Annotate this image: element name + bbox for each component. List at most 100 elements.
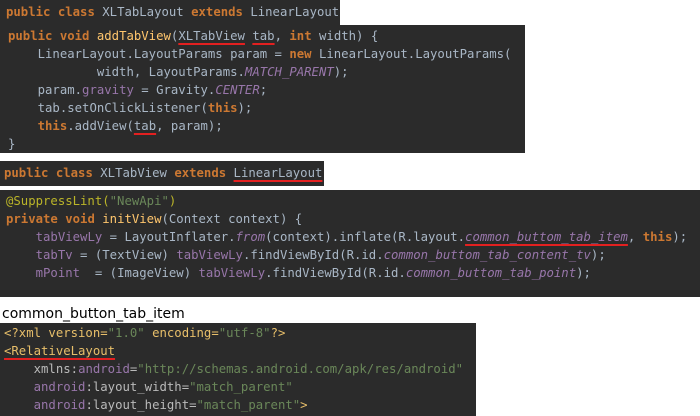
xml-attribute: layout_width — [92, 380, 182, 394]
underlined-type: XLTabView — [178, 29, 245, 43]
code-line: this.addView(tab, param); — [8, 117, 525, 135]
xml-attribute: : — [70, 362, 79, 376]
code-line: android:layout_width="match_parent" — [4, 378, 476, 396]
keyword: class — [57, 5, 95, 19]
method-name: initView — [102, 212, 162, 226]
constant: CENTER — [215, 83, 260, 97]
base-class: LinearLayout — [250, 5, 340, 19]
keyword: int — [289, 29, 312, 43]
code-token: .addView( — [67, 119, 134, 133]
code-token: = LayoutInflater. — [102, 230, 236, 244]
code-token: ); — [333, 65, 349, 79]
code-token: width, LayoutParams. — [96, 65, 245, 79]
xltabview-class-header: public class XLTabView extends LinearLay… — [0, 161, 324, 186]
field: tabViewLy — [198, 266, 266, 280]
code-line: @SuppressLint("NewApi") — [6, 192, 700, 210]
code-token: .findViewById(R.id. — [265, 266, 406, 280]
code-token: (context).inflate(R.layout. — [265, 230, 466, 244]
code-token: ); — [590, 248, 606, 262]
code-line: <?xml version="1.0" encoding="utf-8"?> — [4, 324, 476, 342]
code-token: width) { — [311, 29, 379, 43]
code-line: android:layout_height="match_parent"> — [4, 396, 476, 414]
code-line: width, LayoutParams.MATCH_PARENT); — [8, 63, 525, 81]
xml-attribute: : — [85, 398, 93, 412]
code-token: , — [627, 230, 643, 244]
xml-namespace: android — [33, 380, 86, 394]
code-line: private void initView(Context context) { — [6, 210, 700, 228]
layout-file-caption: common_button_tab_item — [2, 306, 185, 322]
xltablayout-class-header: public class XLTabLayout extends LinearL… — [0, 0, 340, 25]
code-line: } — [8, 135, 525, 153]
constant: MATCH_PARENT — [244, 65, 334, 79]
static-method: from — [235, 230, 266, 244]
code-token: LinearLayout.LayoutParams( — [311, 47, 512, 61]
code-token: ); — [672, 230, 688, 244]
xml-attribute: layout_height — [92, 398, 190, 412]
keyword: this — [207, 101, 238, 115]
add-tab-view-code-block: public void addTabView(XLTabView tab, in… — [0, 25, 525, 153]
keyword: extends — [174, 166, 227, 180]
code-token: .findViewById(R.id. — [242, 248, 384, 262]
code-token: param. — [37, 83, 83, 97]
xml-namespace: android — [33, 398, 86, 412]
code-line: mPoint = (ImageView) tabViewLy.findViewB… — [6, 264, 700, 282]
string: "NewApi" — [109, 194, 169, 208]
string: "utf-8" — [218, 326, 271, 340]
xml-namespace: android — [78, 362, 130, 376]
string: "match_parent" — [196, 398, 301, 412]
xml-tag-end: > — [300, 398, 308, 412]
code-token: ); — [576, 266, 591, 280]
xml-attribute: : — [85, 380, 93, 394]
code-token: , param); — [156, 119, 223, 133]
xml-attribute: = — [189, 398, 197, 412]
code-line: tabTv = (TextView) tabViewLy.findViewByI… — [6, 246, 700, 264]
xml-prolog: <?xml version= — [4, 326, 108, 340]
keyword: private — [6, 212, 58, 226]
keyword: void — [59, 29, 90, 43]
string: "1.0" — [107, 326, 145, 340]
code-token: LinearLayout.LayoutParams param = — [37, 47, 290, 61]
keyword: void — [65, 212, 95, 226]
code-token: ); — [237, 101, 253, 115]
code-token: , — [274, 29, 290, 43]
code-line: public class XLTabView extends LinearLay… — [4, 164, 324, 182]
xml-layout-code-block: <?xml version="1.0" encoding="utf-8"?> <… — [0, 323, 476, 416]
field: tabViewLy — [35, 230, 103, 244]
id-ref: common_buttom_tab_point — [405, 266, 577, 280]
code-line: xmlns:android="http://schemas.android.co… — [4, 360, 476, 378]
code-line: param.gravity = Gravity.CENTER; — [8, 81, 525, 99]
xml-prolog: encoding= — [144, 326, 219, 340]
xml-attribute: xmlns — [33, 362, 71, 376]
keyword: public — [4, 166, 49, 180]
code-token: = Gravity. — [133, 83, 216, 97]
code-token: } — [8, 137, 16, 151]
underlined-base-class: LinearLayout — [233, 166, 323, 180]
keyword: new — [289, 47, 312, 61]
xml-attribute: = — [181, 380, 190, 394]
keyword: extends — [191, 5, 243, 19]
keyword: this — [642, 230, 673, 244]
underlined-xml-tag: <RelativeLayout — [4, 344, 116, 358]
keyword: public — [6, 5, 51, 19]
keyword: class — [55, 166, 93, 180]
annotation: @SuppressLint( — [6, 194, 110, 208]
field: tabTv — [35, 248, 73, 262]
code-token: tab.setOnClickListener( — [37, 101, 208, 115]
code-token: (Context context) { — [161, 212, 303, 226]
init-view-code-block: @SuppressLint("NewApi") private void ini… — [0, 190, 700, 297]
code-token: = (TextView) — [72, 248, 177, 262]
method-name: addTabView — [96, 29, 171, 43]
keyword: public — [8, 29, 53, 43]
class-name: XLTabLayout — [102, 5, 184, 19]
class-name: XLTabView — [100, 166, 167, 180]
underlined-layout-ref: common_buttom_tab_item — [465, 230, 628, 244]
field: mPoint — [35, 266, 81, 280]
code-token: = (ImageView) — [80, 266, 199, 280]
keyword: this — [37, 119, 68, 133]
code-line: tab.setOnClickListener(this); — [8, 99, 525, 117]
id-ref: common_buttom_tab_content_tv — [383, 248, 591, 262]
code-line: LinearLayout.LayoutParams param = new Li… — [8, 45, 525, 63]
code-line: tabViewLy = LayoutInflater.from(context)… — [6, 228, 700, 246]
code-line: <RelativeLayout — [4, 342, 476, 360]
code-line: public class XLTabLayout extends LinearL… — [6, 3, 340, 21]
